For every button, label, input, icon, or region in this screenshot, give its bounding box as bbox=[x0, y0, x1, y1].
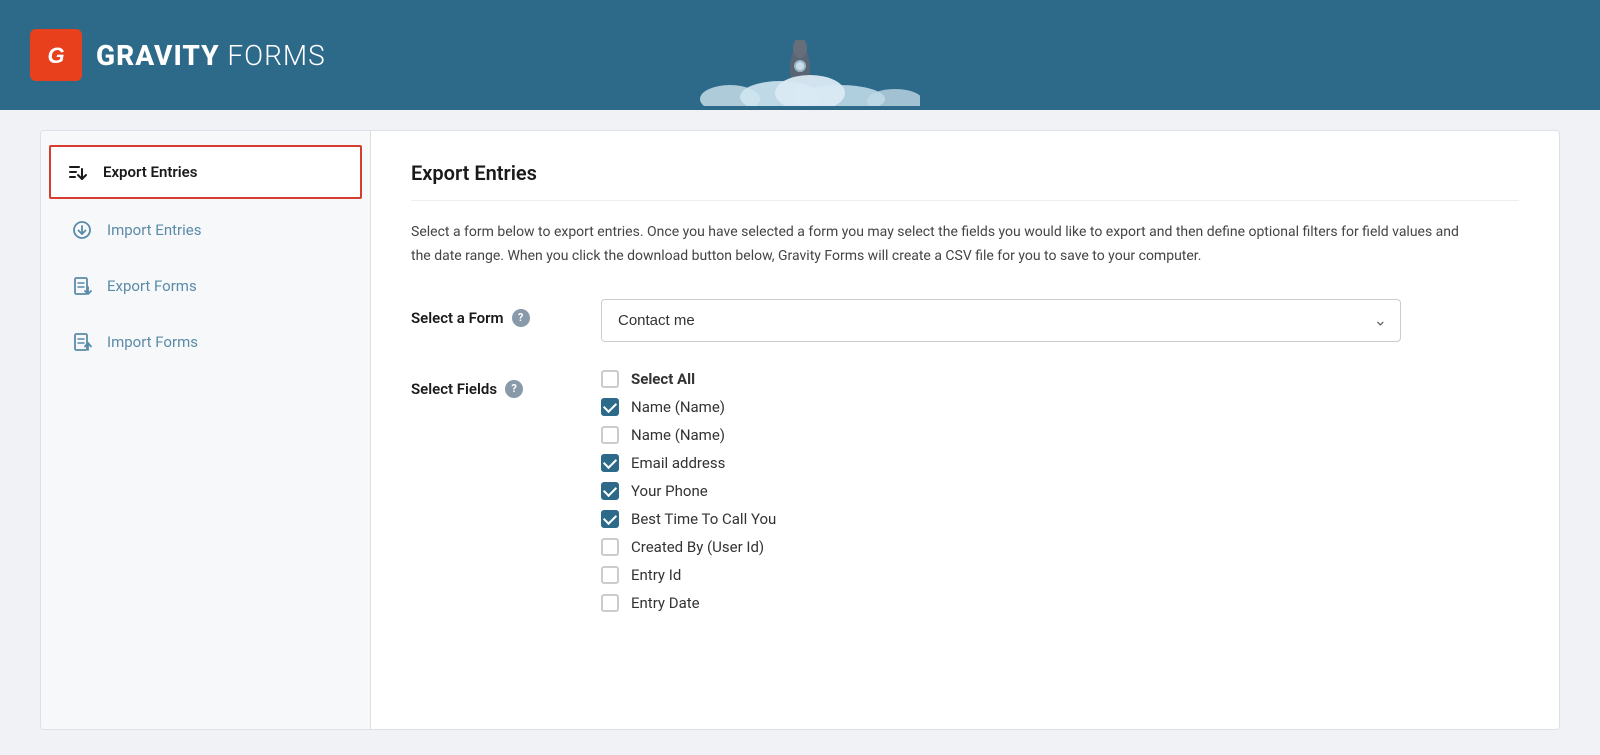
content-area: Export Entries Import Entries bbox=[40, 130, 1560, 730]
main-wrapper: Export Entries Import Entries bbox=[20, 110, 1580, 750]
clouds-svg bbox=[700, 71, 920, 106]
select-form-label: Select a Form ? bbox=[411, 299, 571, 327]
page-title: Export Entries bbox=[411, 161, 1519, 201]
sidebar-item-export-forms[interactable]: Export Forms bbox=[51, 259, 360, 313]
checkbox-item-email[interactable]: Email address bbox=[601, 454, 1401, 472]
checkbox-phone[interactable] bbox=[601, 482, 619, 500]
sidebar-label-export-entries: Export Entries bbox=[103, 163, 197, 181]
sidebar-item-import-forms[interactable]: Import Forms bbox=[51, 315, 360, 369]
select-form-help-icon[interactable]: ? bbox=[512, 309, 530, 327]
label-best-time: Best Time To Call You bbox=[631, 510, 776, 528]
checkbox-entry-id[interactable] bbox=[601, 566, 619, 584]
label-entry-date: Entry Date bbox=[631, 594, 700, 612]
import-forms-icon bbox=[71, 331, 93, 353]
header: G GRAVITY FORMS bbox=[0, 0, 1600, 110]
select-fields-control: Select All Name (Name) Name (Name) bbox=[601, 370, 1401, 612]
label-name-1: Name (Name) bbox=[631, 398, 725, 416]
checkbox-item-name-2[interactable]: Name (Name) bbox=[601, 426, 1401, 444]
sidebar-label-export-forms: Export Forms bbox=[107, 277, 197, 295]
label-created-by: Created By (User Id) bbox=[631, 538, 764, 556]
checkbox-email[interactable] bbox=[601, 454, 619, 472]
logo: G GRAVITY FORMS bbox=[30, 29, 326, 81]
checkbox-item-created-by[interactable]: Created By (User Id) bbox=[601, 538, 1401, 556]
label-name-2: Name (Name) bbox=[631, 426, 725, 444]
checkbox-item-entry-date[interactable]: Entry Date bbox=[601, 594, 1401, 612]
logo-text: GRAVITY FORMS bbox=[96, 39, 326, 72]
checkbox-name-2[interactable] bbox=[601, 426, 619, 444]
sidebar-item-export-entries[interactable]: Export Entries bbox=[49, 145, 362, 199]
label-entry-id: Entry Id bbox=[631, 566, 681, 584]
checkbox-item-phone[interactable]: Your Phone bbox=[601, 482, 1401, 500]
rocket-decoration bbox=[775, 40, 825, 110]
select-fields-label: Select Fields ? bbox=[411, 370, 571, 398]
checkbox-item-best-time[interactable]: Best Time To Call You bbox=[601, 510, 1401, 528]
sidebar: Export Entries Import Entries bbox=[41, 131, 371, 729]
import-entries-icon bbox=[71, 219, 93, 241]
label-email: Email address bbox=[631, 454, 725, 472]
label-phone: Your Phone bbox=[631, 482, 708, 500]
sidebar-item-import-entries[interactable]: Import Entries bbox=[51, 203, 360, 257]
checkbox-item-name-1[interactable]: Name (Name) bbox=[601, 398, 1401, 416]
checkbox-item-select-all[interactable]: Select All bbox=[601, 370, 1401, 388]
sidebar-label-import-forms: Import Forms bbox=[107, 333, 198, 351]
select-all-label: Select All bbox=[631, 370, 695, 388]
checkbox-entry-date[interactable] bbox=[601, 594, 619, 612]
main-content: Export Entries Select a form below to ex… bbox=[371, 131, 1559, 729]
checkbox-created-by[interactable] bbox=[601, 538, 619, 556]
select-form-control: Contact me ⌄ bbox=[601, 299, 1401, 342]
sidebar-label-import-entries: Import Entries bbox=[107, 221, 201, 239]
form-select-wrapper: Contact me ⌄ bbox=[601, 299, 1401, 342]
checkbox-item-entry-id[interactable]: Entry Id bbox=[601, 566, 1401, 584]
select-fields-help-icon[interactable]: ? bbox=[505, 380, 523, 398]
export-entries-icon bbox=[67, 161, 89, 183]
checkbox-best-time[interactable] bbox=[601, 510, 619, 528]
checkbox-select-all[interactable] bbox=[601, 370, 619, 388]
select-fields-row: Select Fields ? Select All Name (Nam bbox=[411, 370, 1519, 612]
checkbox-name-1[interactable] bbox=[601, 398, 619, 416]
description-text: Select a form below to export entries. O… bbox=[411, 221, 1461, 269]
checkbox-list: Select All Name (Name) Name (Name) bbox=[601, 370, 1401, 612]
svg-text:G: G bbox=[47, 43, 64, 68]
logo-icon: G bbox=[30, 29, 82, 81]
select-form-row: Select a Form ? Contact me ⌄ bbox=[411, 299, 1519, 342]
export-forms-icon bbox=[71, 275, 93, 297]
form-select[interactable]: Contact me bbox=[601, 299, 1401, 342]
